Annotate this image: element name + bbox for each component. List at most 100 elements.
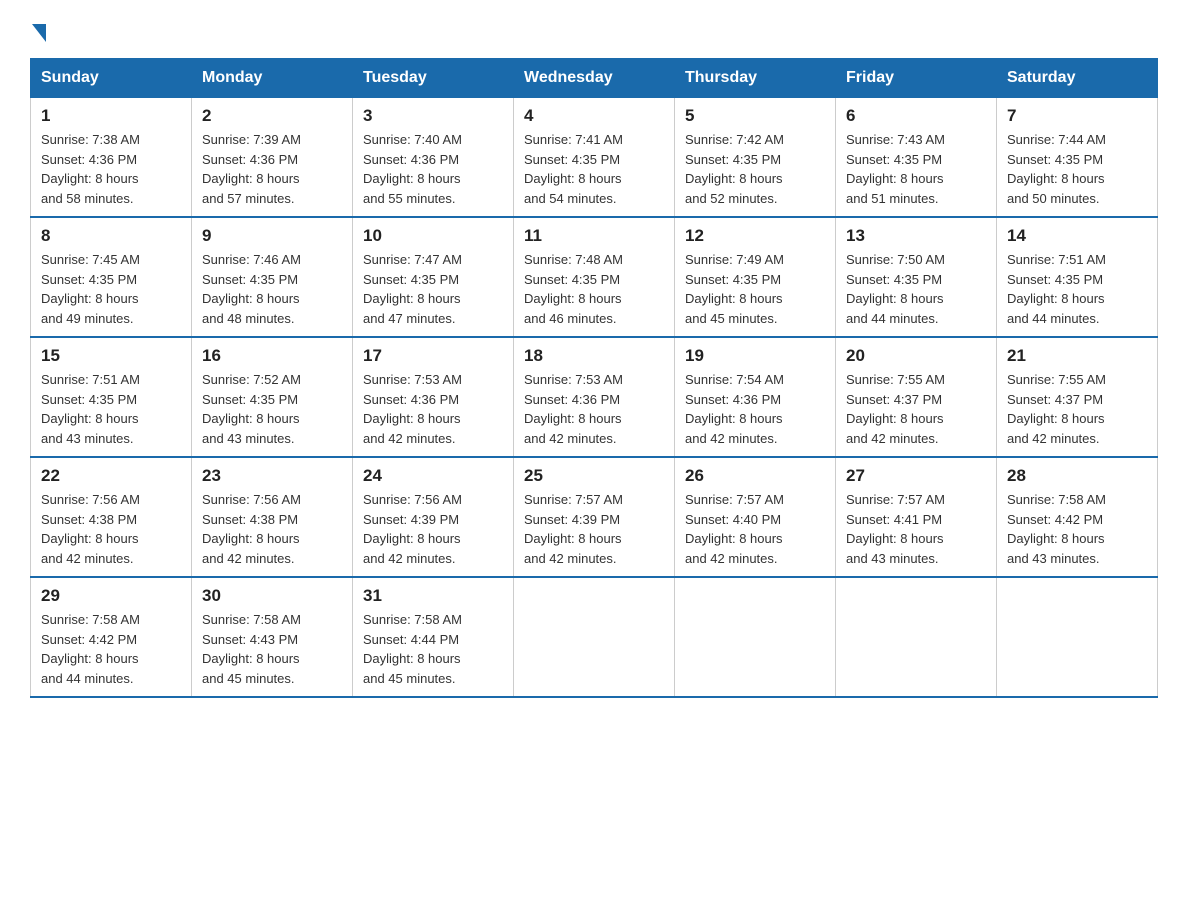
- day-info: Sunrise: 7:39 AMSunset: 4:36 PMDaylight:…: [202, 132, 301, 206]
- day-number: 29: [41, 586, 181, 606]
- calendar-cell: 4 Sunrise: 7:41 AMSunset: 4:35 PMDayligh…: [514, 98, 675, 218]
- day-info: Sunrise: 7:55 AMSunset: 4:37 PMDaylight:…: [846, 372, 945, 446]
- day-info: Sunrise: 7:58 AMSunset: 4:42 PMDaylight:…: [41, 612, 140, 686]
- day-number: 12: [685, 226, 825, 246]
- calendar-cell: 27 Sunrise: 7:57 AMSunset: 4:41 PMDaylig…: [836, 457, 997, 577]
- day-number: 1: [41, 106, 181, 126]
- day-info: Sunrise: 7:43 AMSunset: 4:35 PMDaylight:…: [846, 132, 945, 206]
- calendar-cell: 2 Sunrise: 7:39 AMSunset: 4:36 PMDayligh…: [192, 98, 353, 218]
- calendar-cell: 10 Sunrise: 7:47 AMSunset: 4:35 PMDaylig…: [353, 217, 514, 337]
- day-number: 22: [41, 466, 181, 486]
- calendar-cell: 15 Sunrise: 7:51 AMSunset: 4:35 PMDaylig…: [31, 337, 192, 457]
- day-info: Sunrise: 7:45 AMSunset: 4:35 PMDaylight:…: [41, 252, 140, 326]
- day-info: Sunrise: 7:58 AMSunset: 4:43 PMDaylight:…: [202, 612, 301, 686]
- day-number: 20: [846, 346, 986, 366]
- day-number: 21: [1007, 346, 1147, 366]
- day-info: Sunrise: 7:56 AMSunset: 4:39 PMDaylight:…: [363, 492, 462, 566]
- calendar-cell: 6 Sunrise: 7:43 AMSunset: 4:35 PMDayligh…: [836, 98, 997, 218]
- day-number: 17: [363, 346, 503, 366]
- day-info: Sunrise: 7:38 AMSunset: 4:36 PMDaylight:…: [41, 132, 140, 206]
- calendar-cell: 12 Sunrise: 7:49 AMSunset: 4:35 PMDaylig…: [675, 217, 836, 337]
- day-info: Sunrise: 7:51 AMSunset: 4:35 PMDaylight:…: [1007, 252, 1106, 326]
- day-info: Sunrise: 7:50 AMSunset: 4:35 PMDaylight:…: [846, 252, 945, 326]
- day-number: 6: [846, 106, 986, 126]
- day-info: Sunrise: 7:49 AMSunset: 4:35 PMDaylight:…: [685, 252, 784, 326]
- day-info: Sunrise: 7:52 AMSunset: 4:35 PMDaylight:…: [202, 372, 301, 446]
- day-info: Sunrise: 7:44 AMSunset: 4:35 PMDaylight:…: [1007, 132, 1106, 206]
- day-number: 30: [202, 586, 342, 606]
- calendar-cell: 14 Sunrise: 7:51 AMSunset: 4:35 PMDaylig…: [997, 217, 1158, 337]
- calendar-cell: [675, 577, 836, 697]
- day-info: Sunrise: 7:57 AMSunset: 4:39 PMDaylight:…: [524, 492, 623, 566]
- calendar-cell: [997, 577, 1158, 697]
- day-info: Sunrise: 7:41 AMSunset: 4:35 PMDaylight:…: [524, 132, 623, 206]
- calendar-cell: 7 Sunrise: 7:44 AMSunset: 4:35 PMDayligh…: [997, 98, 1158, 218]
- col-header-sunday: Sunday: [31, 59, 192, 98]
- calendar-cell: 18 Sunrise: 7:53 AMSunset: 4:36 PMDaylig…: [514, 337, 675, 457]
- calendar-cell: 3 Sunrise: 7:40 AMSunset: 4:36 PMDayligh…: [353, 98, 514, 218]
- day-info: Sunrise: 7:55 AMSunset: 4:37 PMDaylight:…: [1007, 372, 1106, 446]
- day-number: 5: [685, 106, 825, 126]
- col-header-thursday: Thursday: [675, 59, 836, 98]
- calendar-cell: 19 Sunrise: 7:54 AMSunset: 4:36 PMDaylig…: [675, 337, 836, 457]
- week-row-1: 1 Sunrise: 7:38 AMSunset: 4:36 PMDayligh…: [31, 98, 1158, 218]
- calendar-cell: 9 Sunrise: 7:46 AMSunset: 4:35 PMDayligh…: [192, 217, 353, 337]
- day-info: Sunrise: 7:46 AMSunset: 4:35 PMDaylight:…: [202, 252, 301, 326]
- day-info: Sunrise: 7:51 AMSunset: 4:35 PMDaylight:…: [41, 372, 140, 446]
- calendar-cell: 5 Sunrise: 7:42 AMSunset: 4:35 PMDayligh…: [675, 98, 836, 218]
- day-number: 26: [685, 466, 825, 486]
- day-number: 18: [524, 346, 664, 366]
- calendar-cell: 16 Sunrise: 7:52 AMSunset: 4:35 PMDaylig…: [192, 337, 353, 457]
- day-number: 9: [202, 226, 342, 246]
- col-header-wednesday: Wednesday: [514, 59, 675, 98]
- calendar-cell: 23 Sunrise: 7:56 AMSunset: 4:38 PMDaylig…: [192, 457, 353, 577]
- calendar-cell: [836, 577, 997, 697]
- day-info: Sunrise: 7:57 AMSunset: 4:40 PMDaylight:…: [685, 492, 784, 566]
- day-info: Sunrise: 7:47 AMSunset: 4:35 PMDaylight:…: [363, 252, 462, 326]
- week-row-4: 22 Sunrise: 7:56 AMSunset: 4:38 PMDaylig…: [31, 457, 1158, 577]
- day-info: Sunrise: 7:57 AMSunset: 4:41 PMDaylight:…: [846, 492, 945, 566]
- day-info: Sunrise: 7:58 AMSunset: 4:44 PMDaylight:…: [363, 612, 462, 686]
- week-row-2: 8 Sunrise: 7:45 AMSunset: 4:35 PMDayligh…: [31, 217, 1158, 337]
- calendar-cell: 20 Sunrise: 7:55 AMSunset: 4:37 PMDaylig…: [836, 337, 997, 457]
- day-number: 24: [363, 466, 503, 486]
- day-number: 19: [685, 346, 825, 366]
- calendar-cell: 1 Sunrise: 7:38 AMSunset: 4:36 PMDayligh…: [31, 98, 192, 218]
- calendar-cell: 31 Sunrise: 7:58 AMSunset: 4:44 PMDaylig…: [353, 577, 514, 697]
- week-row-5: 29 Sunrise: 7:58 AMSunset: 4:42 PMDaylig…: [31, 577, 1158, 697]
- day-info: Sunrise: 7:56 AMSunset: 4:38 PMDaylight:…: [202, 492, 301, 566]
- calendar-cell: 24 Sunrise: 7:56 AMSunset: 4:39 PMDaylig…: [353, 457, 514, 577]
- calendar-header-row: SundayMondayTuesdayWednesdayThursdayFrid…: [31, 59, 1158, 98]
- day-info: Sunrise: 7:58 AMSunset: 4:42 PMDaylight:…: [1007, 492, 1106, 566]
- calendar-cell: 21 Sunrise: 7:55 AMSunset: 4:37 PMDaylig…: [997, 337, 1158, 457]
- day-number: 27: [846, 466, 986, 486]
- day-number: 7: [1007, 106, 1147, 126]
- day-number: 13: [846, 226, 986, 246]
- col-header-monday: Monday: [192, 59, 353, 98]
- calendar-cell: 30 Sunrise: 7:58 AMSunset: 4:43 PMDaylig…: [192, 577, 353, 697]
- calendar-cell: 13 Sunrise: 7:50 AMSunset: 4:35 PMDaylig…: [836, 217, 997, 337]
- day-number: 11: [524, 226, 664, 246]
- calendar-cell: [514, 577, 675, 697]
- day-number: 25: [524, 466, 664, 486]
- calendar-cell: 11 Sunrise: 7:48 AMSunset: 4:35 PMDaylig…: [514, 217, 675, 337]
- day-info: Sunrise: 7:54 AMSunset: 4:36 PMDaylight:…: [685, 372, 784, 446]
- day-info: Sunrise: 7:56 AMSunset: 4:38 PMDaylight:…: [41, 492, 140, 566]
- page-header: [30, 20, 1158, 38]
- calendar-cell: 25 Sunrise: 7:57 AMSunset: 4:39 PMDaylig…: [514, 457, 675, 577]
- calendar-table: SundayMondayTuesdayWednesdayThursdayFrid…: [30, 58, 1158, 698]
- day-number: 31: [363, 586, 503, 606]
- col-header-saturday: Saturday: [997, 59, 1158, 98]
- calendar-cell: 28 Sunrise: 7:58 AMSunset: 4:42 PMDaylig…: [997, 457, 1158, 577]
- day-info: Sunrise: 7:53 AMSunset: 4:36 PMDaylight:…: [363, 372, 462, 446]
- day-number: 14: [1007, 226, 1147, 246]
- week-row-3: 15 Sunrise: 7:51 AMSunset: 4:35 PMDaylig…: [31, 337, 1158, 457]
- calendar-cell: 26 Sunrise: 7:57 AMSunset: 4:40 PMDaylig…: [675, 457, 836, 577]
- day-number: 28: [1007, 466, 1147, 486]
- col-header-tuesday: Tuesday: [353, 59, 514, 98]
- day-info: Sunrise: 7:40 AMSunset: 4:36 PMDaylight:…: [363, 132, 462, 206]
- col-header-friday: Friday: [836, 59, 997, 98]
- day-info: Sunrise: 7:53 AMSunset: 4:36 PMDaylight:…: [524, 372, 623, 446]
- calendar-cell: 22 Sunrise: 7:56 AMSunset: 4:38 PMDaylig…: [31, 457, 192, 577]
- day-number: 3: [363, 106, 503, 126]
